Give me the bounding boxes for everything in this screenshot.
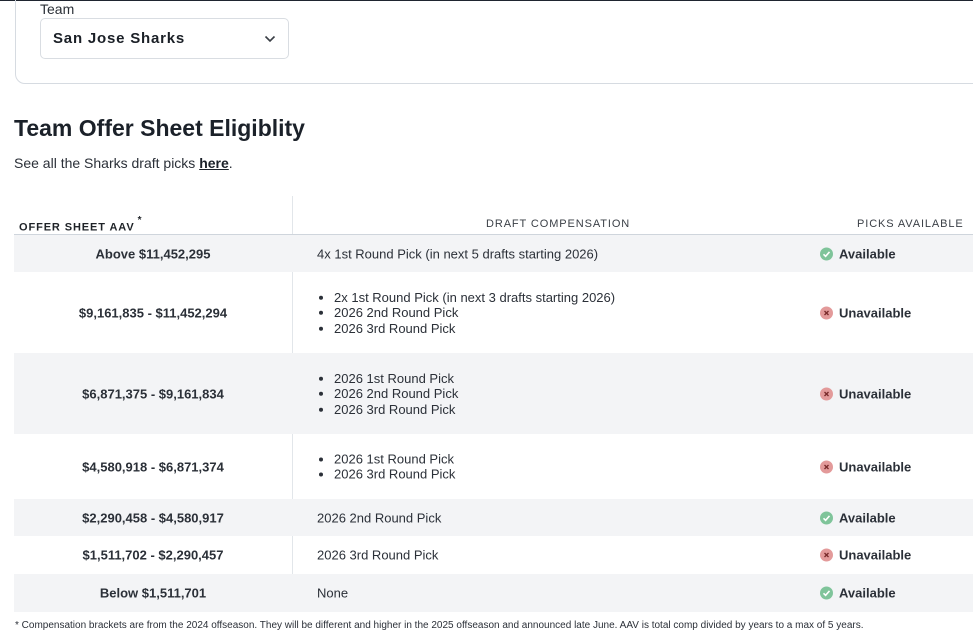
- header-offer-sheet-aav: OFFER SHEET AAV*: [19, 215, 143, 234]
- status-text: Unavailable: [839, 547, 912, 563]
- description-suffix: .: [228, 155, 233, 171]
- status-text: Unavailable: [839, 386, 912, 401]
- status-badge: Available: [820, 586, 896, 601]
- compensation-cell: None: [317, 586, 348, 601]
- table-row: $6,871,375 - $9,161,834 2026 1st Round Pi…: [14, 353, 973, 434]
- x-icon: [820, 460, 833, 473]
- aav-cell: $1,511,702 - $2,290,457: [82, 547, 224, 563]
- status-text: Available: [839, 510, 896, 525]
- aav-cell: $9,161,835 - $11,452,294: [78, 305, 228, 320]
- compensation-item: 2026 3rd Round Pick: [334, 467, 455, 483]
- footnote: * Compensation brackets are from the 202…: [15, 620, 864, 631]
- aav-cell: $2,290,458 - $4,580,917: [82, 510, 224, 525]
- table-row: Below $1,511,701 None Available: [14, 574, 973, 612]
- compensation-text: None: [317, 585, 349, 601]
- status-badge: Unavailable: [820, 386, 911, 401]
- status-text: Unavailable: [839, 459, 912, 474]
- table-row: $2,290,458 - $4,580,917 2026 2nd Round Pi…: [14, 499, 973, 536]
- compensation-cell: 2x 1st Round Pick (in next 3 drafts star…: [317, 289, 615, 336]
- compensation-item: 2026 2nd Round Pick: [334, 305, 615, 321]
- header-draft-compensation: DRAFT COMPENSATION: [486, 218, 631, 230]
- x-icon: [820, 548, 833, 562]
- chevron-down-icon: [264, 35, 276, 43]
- compensation-cell: 4x 1st Round Pick (in next 5 drafts star…: [317, 246, 598, 261]
- compensation-item: 2026 3rd Round Pick: [334, 320, 615, 336]
- footnote-marker: *: [137, 215, 143, 226]
- compensation-list: 2026 1st Round Pick2026 3rd Round Pick: [317, 451, 455, 482]
- status-text: Unavailable: [839, 305, 912, 320]
- table-row: $1,511,702 - $2,290,457 2026 3rd Round Pi…: [14, 536, 973, 574]
- aav-cell: $6,871,375 - $9,161,834: [82, 386, 224, 401]
- status-text: Available: [839, 246, 896, 261]
- compensation-item: 2x 1st Round Pick (in next 3 drafts star…: [334, 289, 615, 305]
- compensation-cell: 2026 1st Round Pick2026 3rd Round Pick: [317, 451, 455, 482]
- aav-cell: Below $1,511,701: [99, 585, 207, 601]
- header-aav-label: OFFER SHEET AAV: [19, 221, 135, 234]
- compensation-cell: 2026 2nd Round Pick: [317, 510, 441, 525]
- status-badge: Unavailable: [820, 548, 911, 563]
- check-icon: [820, 511, 833, 524]
- page-title: Team Offer Sheet Eligiblity: [14, 115, 305, 141]
- status-badge: Unavailable: [820, 305, 911, 320]
- check-icon: [820, 247, 833, 260]
- status-badge: Available: [820, 510, 896, 525]
- header-picks-available: PICKS AVAILABLE: [857, 218, 964, 230]
- section-description: See all the Sharks draft picks here.: [14, 155, 233, 171]
- table-row: $4,580,918 - $6,871,374 2026 1st Round Pi…: [14, 434, 973, 499]
- compensation-item: 2026 2nd Round Pick: [334, 386, 458, 402]
- team-select-value: San Jose Sharks: [53, 30, 186, 47]
- table-row: $9,161,835 - $11,452,294 2x 1st Round Pic…: [14, 272, 973, 353]
- aav-cell: $4,580,918 - $6,871,374: [82, 459, 224, 474]
- table-row: Above $11,452,295 4x 1st Round Pick (in n…: [14, 235, 973, 272]
- compensation-item: 2026 1st Round Pick: [334, 370, 458, 386]
- compensation-text: 2026 3rd Round Pick: [317, 547, 439, 563]
- compensation-text: 2026 2nd Round Pick: [317, 510, 442, 525]
- description-text: See all the Sharks draft picks: [14, 155, 200, 171]
- team-label: Team: [40, 1, 75, 17]
- status-text: Available: [839, 585, 896, 601]
- compensation-list: 2026 1st Round Pick2026 2nd Round Pick20…: [317, 370, 458, 417]
- status-badge: Available: [820, 246, 896, 261]
- x-icon: [820, 387, 833, 400]
- compensation-cell: 2026 3rd Round Pick: [317, 548, 438, 563]
- compensation-cell: 2026 1st Round Pick2026 2nd Round Pick20…: [317, 370, 458, 417]
- aav-cell: Above $11,452,295: [95, 246, 211, 261]
- draft-picks-link[interactable]: here: [199, 155, 229, 171]
- compensation-text: 4x 1st Round Pick (in next 5 drafts star…: [317, 246, 599, 261]
- x-icon: [820, 306, 833, 319]
- compensation-list: 2x 1st Round Pick (in next 3 drafts star…: [317, 289, 615, 336]
- compensation-item: 2026 1st Round Pick: [334, 451, 455, 467]
- status-badge: Unavailable: [820, 459, 911, 474]
- check-icon: [820, 586, 833, 600]
- team-select[interactable]: San Jose Sharks: [40, 18, 289, 59]
- compensation-item: 2026 3rd Round Pick: [334, 401, 458, 417]
